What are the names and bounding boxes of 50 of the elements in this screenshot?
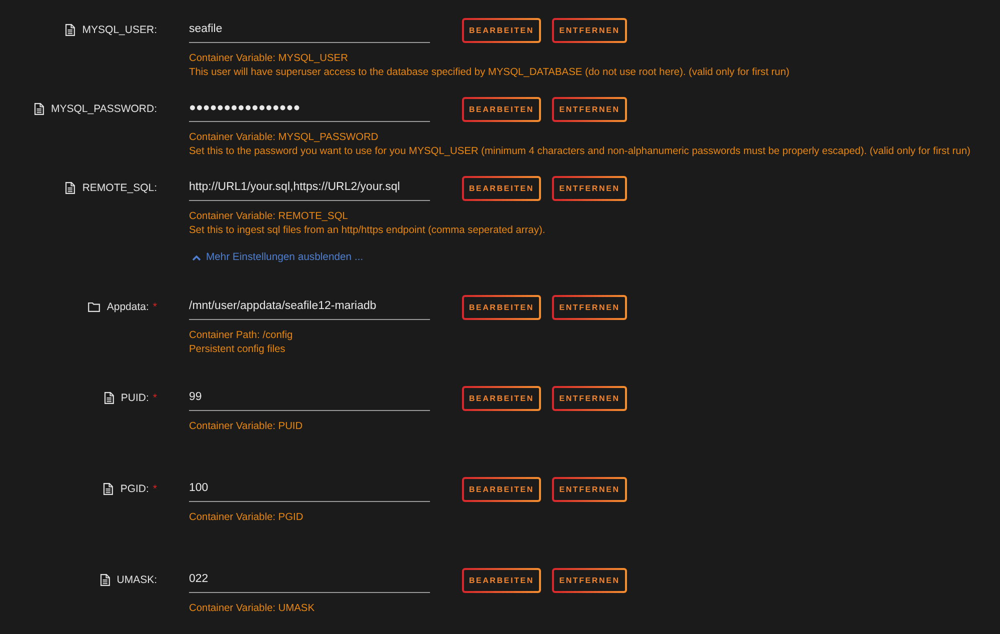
required-mark: * [152, 484, 157, 494]
field-label: PGID: [120, 483, 149, 495]
remove-button[interactable]: ENTFERNEN [552, 176, 627, 201]
description-text: Container Path: /config [189, 329, 293, 343]
input-field[interactable]: seafile [189, 18, 430, 42]
remove-button[interactable]: ENTFERNEN [552, 386, 627, 411]
edit-button[interactable]: BEARBEITEN [462, 568, 541, 593]
edit-button[interactable]: BEARBEITEN [462, 386, 541, 411]
input-field[interactable]: 022 [189, 568, 430, 592]
folder-icon [88, 302, 100, 312]
edit-button[interactable]: BEARBEITEN [462, 18, 541, 43]
description-text: Set this to ingest sql files from an http/https endpoint (comma seperated array). [189, 224, 546, 238]
input-field[interactable]: ●●●●●●●●●●●●●●●● [189, 98, 430, 122]
field-label: MYSQL_PASSWORD: [51, 103, 157, 115]
edit-button[interactable]: BEARBEITEN [462, 477, 541, 502]
remove-button[interactable]: ENTFERNEN [552, 568, 627, 593]
edit-button[interactable]: BEARBEITEN [462, 176, 541, 201]
document-icon [65, 24, 76, 36]
field-label: MYSQL_USER: [82, 24, 157, 36]
description-text: Container Variable: REMOTE_SQL [189, 210, 348, 224]
remove-button[interactable]: ENTFERNEN [552, 18, 627, 43]
required-mark: * [152, 302, 157, 312]
edit-button[interactable]: BEARBEITEN [462, 295, 541, 320]
field-label: REMOTE_SQL: [82, 182, 157, 194]
toggle-link[interactable]: Mehr Einstellungen ausblenden ... [192, 251, 364, 265]
document-icon [34, 103, 44, 115]
remove-button[interactable]: ENTFERNEN [552, 295, 627, 320]
input-field[interactable]: 100 [189, 478, 430, 502]
description-text: Container Variable: MYSQL_PASSWORD [189, 131, 378, 145]
document-icon [65, 182, 76, 194]
field-label: PUID: [120, 392, 149, 404]
description-text: Container Variable: UMASK [189, 602, 315, 616]
description-text: Set this to the password you want to use for you MYSQL_USER (minimum 4 characters and non-alphanumeric passwords must be properly escaped). (valid only for first run) [189, 145, 970, 159]
input-field[interactable]: /mnt/user/appdata/seafile12-mariadb [189, 296, 430, 320]
remove-button[interactable]: ENTFERNEN [552, 477, 627, 502]
description-text: Persistent config files [189, 343, 286, 357]
document-icon [100, 574, 110, 586]
description-text: Container Variable: PUID [189, 420, 303, 434]
description-text: Container Variable: MYSQL_USER [189, 52, 348, 66]
field-label: UMASK: [116, 574, 157, 586]
remove-button[interactable]: ENTFERNEN [552, 97, 627, 122]
field-label: Appdata: [106, 301, 149, 313]
edit-button[interactable]: BEARBEITEN [462, 97, 541, 122]
input-field[interactable]: http://URL1/your.sql,https://URL2/your.sql [189, 176, 430, 200]
required-mark: * [152, 393, 157, 403]
input-field[interactable]: 99 [189, 386, 430, 410]
document-icon [104, 392, 114, 404]
description-text: Container Variable: PGID [189, 511, 304, 525]
description-text: This user will have superuser access to the database specified by MYSQL_DATABASE (do not use root here). (valid only for first run) [189, 66, 790, 80]
document-icon [103, 483, 114, 495]
